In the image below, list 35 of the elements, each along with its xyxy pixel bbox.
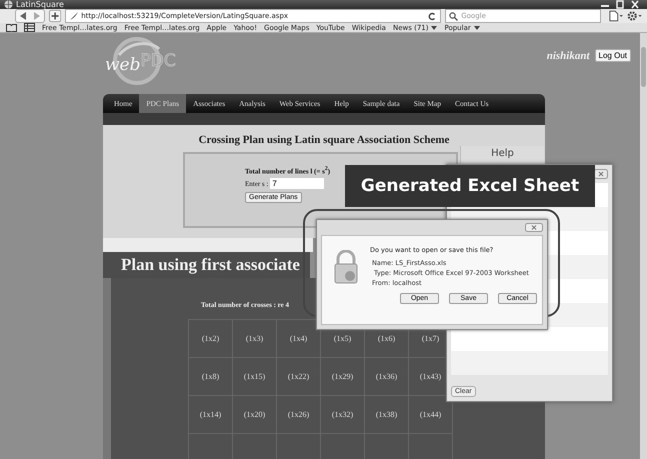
callout-caption: Generated Excel Sheet (345, 165, 595, 207)
back-forward-buttons[interactable] (15, 9, 45, 23)
page-icon[interactable] (609, 10, 624, 22)
table-cell: (1x22) (276, 358, 320, 396)
back-icon[interactable] (20, 12, 27, 20)
s-input-field[interactable]: 7 (270, 178, 324, 190)
user-name: nishikant (546, 50, 590, 62)
table-cell: (1x8) (188, 358, 232, 396)
globe-icon (4, 0, 13, 9)
table-cell: (1x14) (188, 396, 232, 434)
maximize-icon[interactable] (614, 0, 626, 9)
table-cell: (1x26) (276, 396, 320, 434)
window-title: LatinSquare (16, 0, 64, 9)
search-icon (449, 12, 458, 20)
grid-icon[interactable] (24, 23, 35, 32)
table-cell: (1x32) (320, 396, 364, 434)
book-icon[interactable] (6, 23, 17, 32)
padlock-icon (334, 250, 358, 284)
table-cell: (1x15) (232, 358, 276, 396)
table-cell: (1x38) (364, 396, 408, 434)
table-cell: (1x2) (188, 320, 232, 358)
logout-button[interactable]: Log Out (594, 49, 631, 62)
reload-icon[interactable] (428, 12, 436, 20)
scrollbar[interactable] (640, 33, 647, 459)
gear-icon[interactable] (627, 10, 643, 22)
table-cell: (1x29) (320, 358, 364, 396)
table-cell: (1x36) (364, 358, 408, 396)
add-icon[interactable] (49, 9, 62, 23)
close-icon[interactable] (594, 169, 608, 179)
table-cell: (1x3) (232, 320, 276, 358)
close-icon[interactable] (629, 0, 641, 9)
plan-heading: Plan using first associate (103, 252, 310, 278)
table-cell: (1x20) (232, 396, 276, 434)
feather-icon (70, 12, 78, 20)
form-title: Crossing Plan using Latin square Association Scheme (198, 134, 450, 146)
